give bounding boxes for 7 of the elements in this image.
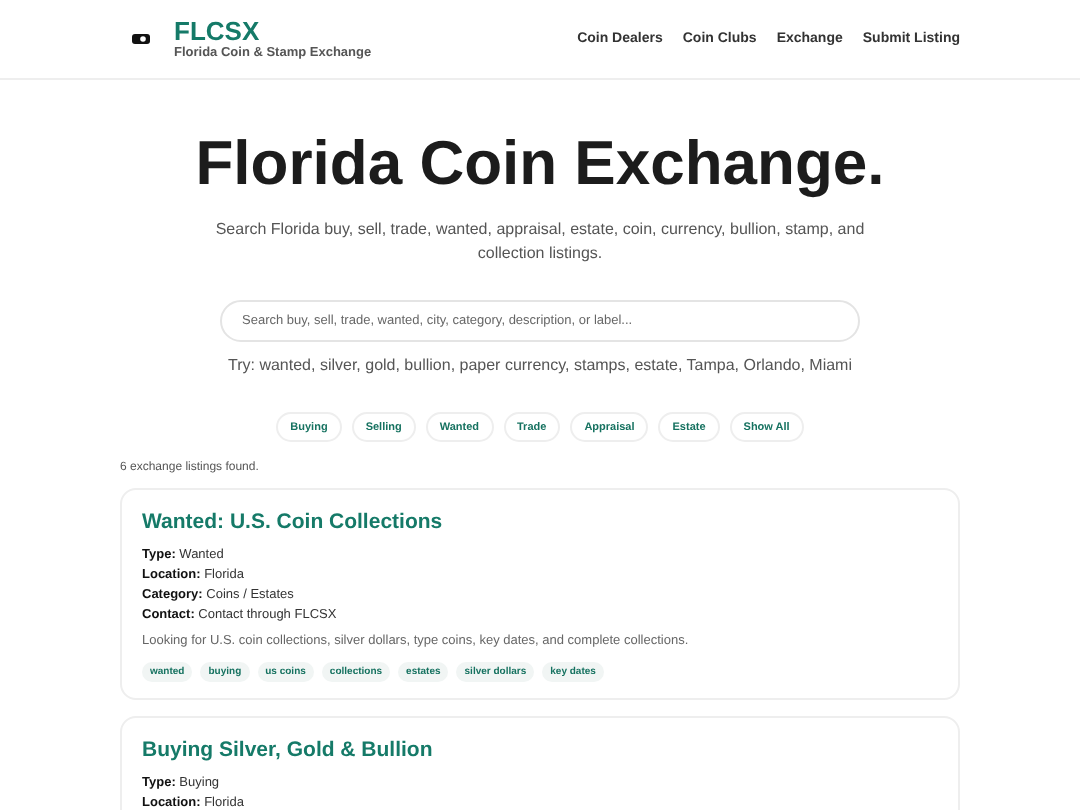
search-hint: Try: wanted, silver, gold, bullion, paper currency, stamps, estate, Tampa, Orlando, Miami — [228, 356, 852, 374]
page-subtitle: Search Florida buy, sell, trade, wanted, appraisal, estate, coin, currency, bullion, stamp, and collection listings. — [213, 218, 867, 266]
listing-title[interactable]: Buying Silver, Gold & Bullion — [142, 738, 938, 762]
listing-title[interactable]: Wanted: U.S. Coin Collections — [142, 510, 938, 534]
coin-icon — [132, 34, 150, 44]
site-logo[interactable]: FLCSX — [174, 18, 372, 46]
page-title: Florida Coin Exchange. — [195, 128, 885, 200]
